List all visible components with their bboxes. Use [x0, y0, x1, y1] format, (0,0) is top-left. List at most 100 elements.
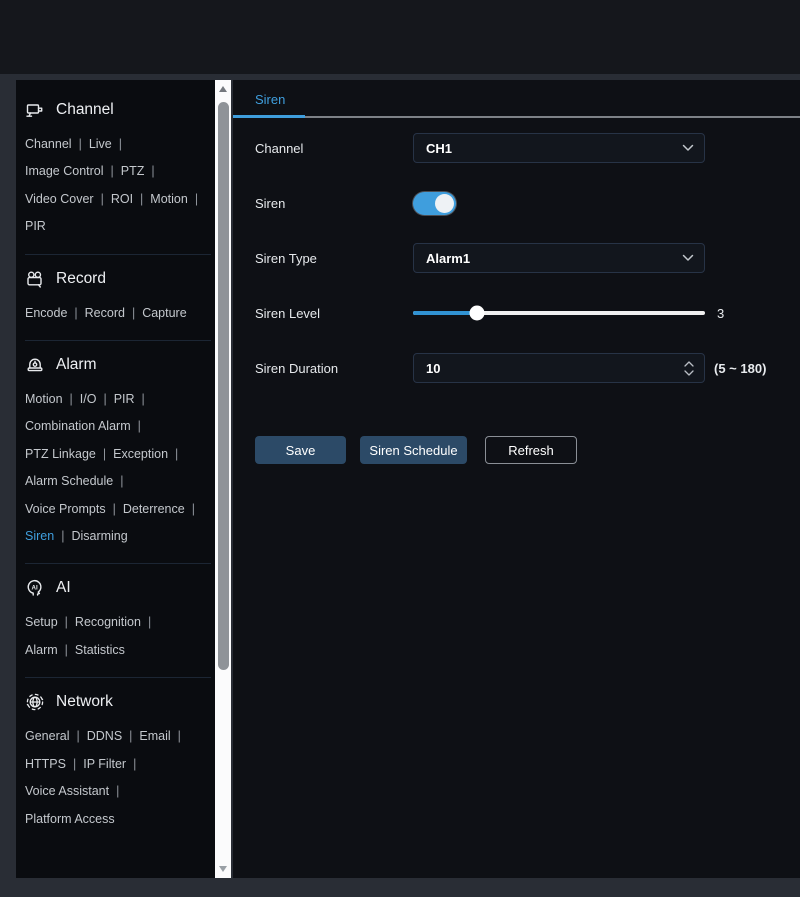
sidebar-section-header: Channel: [25, 100, 211, 120]
separator: |: [175, 447, 178, 461]
siren-level-slider[interactable]: [413, 311, 705, 315]
sidebar-link-i-o[interactable]: I/O: [80, 392, 97, 406]
sidebar-section-links: General|DDNS|Email|HTTPS|IP Filter|Voice…: [25, 723, 211, 833]
sidebar-link-disarming[interactable]: Disarming: [71, 529, 127, 543]
separator: |: [101, 192, 104, 206]
chevron-down-icon: [682, 254, 694, 262]
sidebar-section: Network General|DDNS|Email|HTTPS|IP Filt…: [25, 678, 211, 846]
separator: |: [113, 502, 116, 516]
channel-row: Channel CH1: [255, 133, 778, 163]
sidebar: Channel Channel | Live | Image Control | PTZ | V…: [16, 80, 231, 878]
slider-knob[interactable]: [470, 306, 485, 321]
sidebar-link-encode[interactable]: Encode: [25, 306, 67, 320]
sidebar-section: Record Encode | Record | Capture: [25, 255, 211, 341]
sidebar-link-ip-filter[interactable]: IP Filter: [83, 757, 126, 771]
siren-beacon-icon: [25, 355, 45, 375]
channel-select[interactable]: CH1: [413, 133, 705, 163]
siren-type-selected-value: Alarm1: [426, 251, 682, 266]
sidebar-link-capture[interactable]: Capture: [142, 306, 186, 320]
separator: |: [192, 502, 195, 516]
sidebar-link-alarm[interactable]: Alarm: [25, 643, 58, 657]
siren-label: Siren: [255, 196, 413, 211]
top-bar: [0, 0, 800, 74]
ai-head-icon: AI: [25, 578, 45, 598]
content-panel: Siren Channel CH1 Siren Siren Type Alarm…: [233, 80, 800, 878]
sidebar-section-links: Encode | Record | Capture: [25, 300, 211, 327]
sidebar-section-title: AI: [56, 579, 71, 597]
sidebar-link-siren[interactable]: Siren: [25, 529, 54, 543]
sidebar-section-title: Alarm: [56, 356, 96, 374]
siren-row: Siren: [255, 188, 778, 218]
sidebar-section-title: Record: [56, 270, 106, 288]
sidebar-link-voice-assistant[interactable]: Voice Assistant: [25, 784, 109, 798]
sidebar-link-motion[interactable]: Motion: [25, 392, 63, 406]
sidebar-scrollbar[interactable]: [215, 80, 231, 878]
separator: |: [111, 164, 114, 178]
scroll-up-arrow-icon[interactable]: [215, 82, 231, 96]
sidebar-section: Channel Channel | Live | Image Control | PTZ | V…: [25, 86, 211, 255]
slider-fill: [413, 311, 477, 315]
scroll-down-arrow-icon[interactable]: [215, 862, 231, 876]
scrollbar-thumb[interactable]: [218, 102, 229, 670]
refresh-button[interactable]: Refresh: [485, 436, 577, 464]
sidebar-section-links: Setup|Recognition|Alarm|Statistics: [25, 609, 211, 664]
tab-siren[interactable]: Siren: [255, 92, 285, 107]
siren-type-row: Siren Type Alarm1: [255, 243, 778, 273]
sidebar-link-roi[interactable]: ROI: [111, 192, 133, 206]
sidebar-link-image-control[interactable]: Image Control: [25, 164, 104, 178]
sidebar-link-motion[interactable]: Motion: [150, 192, 188, 206]
separator: |: [74, 306, 77, 320]
sidebar-link-voice-prompts[interactable]: Voice Prompts: [25, 502, 106, 516]
siren-type-select[interactable]: Alarm1: [413, 243, 705, 273]
separator: |: [132, 306, 135, 320]
sidebar-link-channel[interactable]: Channel: [25, 137, 72, 151]
sidebar-section-links: Motion|I/O|PIR|Combination Alarm|PTZ Lin…: [25, 386, 211, 550]
separator: |: [178, 729, 181, 743]
save-button[interactable]: Save: [255, 436, 346, 464]
siren-duration-label: Siren Duration: [255, 361, 413, 376]
separator: |: [103, 392, 106, 406]
cctv-camera-icon: [25, 100, 45, 120]
siren-toggle[interactable]: [413, 192, 456, 215]
siren-level-value: 3: [717, 306, 724, 321]
sidebar-link-recognition[interactable]: Recognition: [75, 615, 141, 629]
sidebar-link-pir[interactable]: PIR: [114, 392, 135, 406]
siren-duration-input[interactable]: [426, 361, 678, 376]
sidebar-section-title: Channel: [56, 101, 114, 119]
sidebar-link-combination-alarm[interactable]: Combination Alarm: [25, 419, 131, 433]
sidebar-link-live[interactable]: Live: [89, 137, 112, 151]
sidebar-link-alarm-schedule[interactable]: Alarm Schedule: [25, 474, 113, 488]
siren-schedule-button[interactable]: Siren Schedule: [360, 436, 467, 464]
active-tab-indicator: [233, 115, 305, 118]
sidebar-link-exception[interactable]: Exception: [113, 447, 168, 461]
sidebar-link-general[interactable]: General: [25, 729, 69, 743]
spinner-up-icon[interactable]: [684, 361, 694, 367]
separator: |: [140, 192, 143, 206]
separator: |: [119, 137, 122, 151]
sidebar-link-record[interactable]: Record: [85, 306, 125, 320]
sidebar-link-deterrence[interactable]: Deterrence: [123, 502, 185, 516]
separator: |: [120, 474, 123, 488]
sidebar-link-ddns[interactable]: DDNS: [87, 729, 122, 743]
sidebar-link-video-cover[interactable]: Video Cover: [25, 192, 94, 206]
siren-level-label: Siren Level: [255, 306, 413, 321]
spinner-down-icon[interactable]: [684, 370, 694, 376]
siren-duration-field[interactable]: [413, 353, 705, 383]
sidebar-link-setup[interactable]: Setup: [25, 615, 58, 629]
sidebar-section: Alarm Motion|I/O|PIR|Combination Alarm|P…: [25, 341, 211, 564]
sidebar-link-https[interactable]: HTTPS: [25, 757, 66, 771]
sidebar-link-ptz-linkage[interactable]: PTZ Linkage: [25, 447, 96, 461]
sidebar-section-header: Network: [25, 692, 211, 712]
sidebar-link-statistics[interactable]: Statistics: [75, 643, 125, 657]
siren-duration-range-hint: (5 ~ 180): [714, 361, 766, 376]
sidebar-link-pir[interactable]: PIR: [25, 219, 46, 233]
separator: |: [148, 615, 151, 629]
sidebar-link-platform-access[interactable]: Platform Access: [25, 812, 115, 826]
sidebar-link-ptz[interactable]: PTZ: [121, 164, 145, 178]
sidebar-section-header: Record: [25, 269, 211, 289]
sidebar-sections: Channel Channel | Live | Image Control | PTZ | V…: [16, 80, 215, 878]
separator: |: [138, 419, 141, 433]
svg-text:AI: AI: [32, 585, 38, 592]
sidebar-link-email[interactable]: Email: [139, 729, 170, 743]
siren-settings-form: Channel CH1 Siren Siren Type Alarm1: [255, 133, 778, 464]
